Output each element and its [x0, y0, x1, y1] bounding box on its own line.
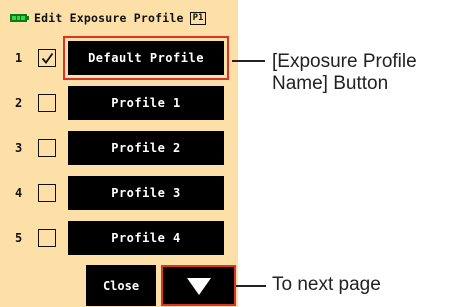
profile-name-button-3[interactable]: Profile 2: [68, 131, 224, 165]
callout-line-profile-name: [232, 60, 265, 62]
screen-title: Edit Exposure Profile: [34, 11, 184, 25]
callout-line-next-page: [236, 285, 266, 287]
triangle-down-icon: [186, 277, 211, 295]
callout-profile-name: [Exposure Profile Name] Button: [272, 51, 417, 95]
checkmark-icon: [41, 52, 53, 64]
close-button[interactable]: Close: [86, 265, 156, 306]
meter-screen: Edit Exposure Profile P1 1 Default Profi…: [0, 0, 238, 307]
profile-number: 5: [15, 231, 23, 245]
callout-profile-name-line1: [Exposure Profile: [272, 51, 417, 72]
profile-row-1: 1 Default Profile: [0, 36, 238, 80]
profile-checkbox-5[interactable]: [38, 229, 56, 247]
profile-name-button-1[interactable]: Default Profile: [63, 36, 229, 80]
callout-next-page: To next page: [272, 274, 381, 295]
callout-profile-name-line2: Name] Button: [272, 73, 389, 94]
profile-name-button-5[interactable]: Profile 4: [68, 221, 224, 255]
profile-checkbox-3[interactable]: [38, 139, 56, 157]
profile-row-4: 4 Profile 3: [0, 176, 238, 212]
profile-number: 4: [15, 186, 23, 200]
profile-row-5: 5 Profile 4: [0, 221, 238, 257]
profile-number: 3: [15, 141, 23, 155]
page-indicator-badge: P1: [189, 11, 207, 25]
profile-checkbox-2[interactable]: [38, 94, 56, 112]
profile-name-button-4[interactable]: Profile 3: [68, 176, 224, 210]
profile-name-button-2[interactable]: Profile 1: [68, 86, 224, 120]
next-page-button[interactable]: [161, 265, 236, 306]
profile-checkbox-4[interactable]: [38, 184, 56, 202]
screen-header: Edit Exposure Profile P1: [10, 9, 236, 27]
battery-icon: [10, 14, 29, 22]
profile-number: 1: [15, 51, 23, 65]
profile-checkbox-1[interactable]: [38, 49, 56, 67]
profile-number: 2: [15, 96, 23, 110]
profile-row-2: 2 Profile 1: [0, 86, 238, 122]
profile-row-3: 3 Profile 2: [0, 131, 238, 167]
